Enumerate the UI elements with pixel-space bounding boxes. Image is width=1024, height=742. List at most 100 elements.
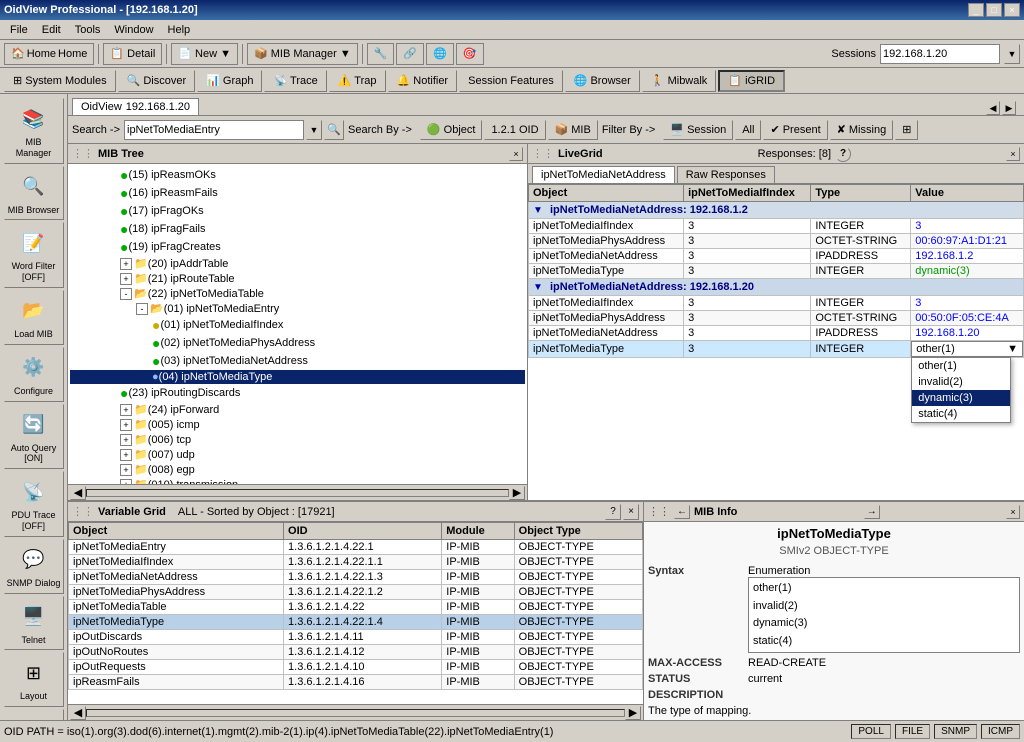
sidebar-configure[interactable]: ⚙️ Configure xyxy=(4,347,64,402)
vgrid-h-scroll[interactable]: ◀ ▶ xyxy=(68,704,643,720)
grid-view-button[interactable]: ⊞ xyxy=(895,120,918,140)
tree-expander[interactable]: + xyxy=(120,449,132,461)
tree-item-selected[interactable]: ● (04) ipNetToMediaType xyxy=(70,370,525,384)
tree-expander[interactable]: + xyxy=(120,258,132,270)
tree-item[interactable]: ● (19) ipFragCreates xyxy=(70,238,525,256)
tool2-button[interactable]: 🔗 xyxy=(396,43,424,65)
scroll-left-button[interactable]: ◀ xyxy=(70,486,86,500)
variable-grid-scroll[interactable]: Object OID Module Object Type ipNetToMed… xyxy=(68,522,643,704)
session-features-button[interactable]: Session Features xyxy=(459,70,563,92)
sidebar-snmp-dialog[interactable]: 💬 SNMP Dialog xyxy=(4,539,64,594)
sidebar-word-filter[interactable]: 📝 Word Filter [OFF] xyxy=(4,222,64,288)
tree-item[interactable]: + 📁 (008) egp xyxy=(70,462,525,477)
sidebar-layout[interactable]: ⊞ Layout xyxy=(4,652,64,707)
table-row[interactable]: ipNetToMediaNetAddress 3 IPADDRESS 192.1… xyxy=(529,249,1024,264)
cell-dropdown[interactable]: other(1) ▼ other(1) invalid(2) dynamic(3… xyxy=(911,341,1024,358)
table-row[interactable]: ipOutNoRoutes 1.3.6.1.2.1.4.12 IP-MIB OB… xyxy=(69,645,643,660)
table-row[interactable]: ipNetToMediaTable 1.3.6.1.2.1.4.22 IP-MI… xyxy=(69,600,643,615)
tree-item[interactable]: ● (02) ipNetToMediaPhysAddress xyxy=(70,334,525,352)
vgrid-scroll-track[interactable] xyxy=(86,709,625,717)
oidview-tab[interactable]: OidView 192.168.1.20 xyxy=(72,98,199,115)
col-object[interactable]: Object xyxy=(529,185,684,202)
tree-item[interactable]: - 📂 (22) ipNetToMediaTable xyxy=(70,286,525,301)
sidebar-telnet[interactable]: 🖥️ Telnet xyxy=(4,596,64,651)
tree-item[interactable]: + 📁 (010) transmission xyxy=(70,477,525,484)
tree-item[interactable]: + 📁 (20) ipAddrTable xyxy=(70,256,525,271)
tree-expander[interactable]: + xyxy=(120,434,132,446)
scroll-right-button[interactable]: ▶ xyxy=(509,486,525,500)
graph-button[interactable]: 📊 Graph xyxy=(197,70,262,92)
vgrid-col-oid[interactable]: OID xyxy=(284,523,442,540)
sessions-dropdown-button[interactable]: ▼ xyxy=(1004,44,1020,64)
table-row[interactable]: ipNetToMediaPhysAddress 3 OCTET-STRING 0… xyxy=(529,234,1024,249)
search-dropdown-button[interactable]: ▼ xyxy=(306,120,322,140)
notifier-button[interactable]: 🔔 Notifier xyxy=(388,70,458,92)
all-filter-button[interactable]: All xyxy=(735,120,761,140)
col-type[interactable]: Type xyxy=(811,185,911,202)
tree-expander[interactable]: + xyxy=(120,464,132,476)
tree-item[interactable]: ● (23) ipRoutingDiscards xyxy=(70,384,525,402)
help-button[interactable]: ? xyxy=(835,146,851,162)
search-input[interactable] xyxy=(124,120,304,140)
menu-edit[interactable]: Edit xyxy=(36,22,67,38)
sidebar-poll-graph[interactable]: 📊 Poll + Graph xyxy=(4,709,64,720)
oid-filter-button[interactable]: 1.2.1 OID xyxy=(484,120,545,140)
menu-window[interactable]: Window xyxy=(108,22,159,38)
menu-help[interactable]: Help xyxy=(162,22,197,38)
detail-button[interactable]: 📋 Detail xyxy=(103,43,162,65)
mib-info-nav-back[interactable]: ← xyxy=(674,505,690,519)
tree-item[interactable]: + 📁 (007) udp xyxy=(70,447,525,462)
sidebar-pdu-trace[interactable]: 📡 PDU Trace [OFF] xyxy=(4,471,64,537)
tool4-button[interactable]: 🎯 xyxy=(456,43,484,65)
search-execute-button[interactable]: 🔍 xyxy=(324,120,344,140)
tree-item[interactable]: ● (17) ipFragOKs xyxy=(70,202,525,220)
vgrid-help-button[interactable]: ? xyxy=(605,504,621,520)
livegrid-grid[interactable]: Object ipNetToMediaIfIndex Type Value xyxy=(528,184,1024,500)
table-row[interactable]: ipReasmFails 1.3.6.1.2.1.4.16 IP-MIB OBJ… xyxy=(69,675,643,690)
vgrid-col-object[interactable]: Object xyxy=(69,523,284,540)
table-row[interactable]: ipOutDiscards 1.3.6.1.2.1.4.11 IP-MIB OB… xyxy=(69,630,643,645)
mib-info-close-button[interactable]: × xyxy=(1006,505,1020,519)
minimize-button[interactable]: _ xyxy=(968,3,984,17)
table-row-selected[interactable]: ipNetToMediaType 1.3.6.1.2.1.4.22.1.4 IP… xyxy=(69,615,643,630)
discover-button[interactable]: 🔍 Discover xyxy=(118,70,196,92)
col-index[interactable]: ipNetToMediaIfIndex xyxy=(684,185,811,202)
sidebar-mib-manager[interactable]: 📚 MIB Manager xyxy=(4,98,64,164)
dropdown-option-other[interactable]: other(1) xyxy=(912,358,1010,374)
present-filter-button[interactable]: ✔ Present xyxy=(763,120,827,140)
table-row[interactable]: ipNetToMediaIfIndex 1.3.6.1.2.1.4.22.1.1… xyxy=(69,555,643,570)
sidebar-auto-query[interactable]: 🔄 Auto Query [ON] xyxy=(4,404,64,470)
tool3-button[interactable]: 🌐 xyxy=(426,43,454,65)
tree-item[interactable]: - 📂 (01) ipNetToMediaEntry xyxy=(70,301,525,316)
missing-filter-button[interactable]: ✘ Missing xyxy=(830,120,894,140)
home-button[interactable]: 🏠 HomeHome xyxy=(4,43,94,65)
browser-button[interactable]: 🌐 Browser xyxy=(565,70,640,92)
tab-prev-button[interactable]: ◀ xyxy=(986,101,1000,115)
dropdown-option-invalid[interactable]: invalid(2) xyxy=(912,374,1010,390)
vgrid-scroll-left-button[interactable]: ◀ xyxy=(70,706,86,720)
tree-item[interactable]: ● (01) ipNetToMediaIfIndex xyxy=(70,316,525,334)
tree-item[interactable]: + 📁 (005) icmp xyxy=(70,417,525,432)
table-row-selected[interactable]: ipNetToMediaType 3 INTEGER other(1) xyxy=(529,341,1024,358)
sessions-input[interactable] xyxy=(880,44,1000,64)
tree-item[interactable]: + 📁 (006) tcp xyxy=(70,432,525,447)
tool1-button[interactable]: 🔧 xyxy=(367,43,395,65)
trace-button[interactable]: 📡 Trace xyxy=(264,70,326,92)
table-row[interactable]: ipNetToMediaIfIndex 3 INTEGER 3 xyxy=(529,296,1024,311)
vgrid-col-type[interactable]: Object Type xyxy=(514,523,642,540)
dropdown-option-static[interactable]: static(4) xyxy=(912,406,1010,422)
tree-expander[interactable]: - xyxy=(136,303,148,315)
session-filter-button[interactable]: 🖥️ Session xyxy=(663,120,733,140)
sidebar-mib-browser[interactable]: 🔍 MIB Browser xyxy=(4,166,64,221)
object-filter-button[interactable]: 🟢 Object xyxy=(420,120,483,140)
livegrid-tab-raw[interactable]: Raw Responses xyxy=(677,166,775,183)
dropdown-current-value[interactable]: other(1) ▼ xyxy=(911,341,1023,357)
mib-tree-scroll[interactable]: ● (15) ipReasmOKs ● (16) ipReasmFails ● … xyxy=(68,164,527,484)
menu-tools[interactable]: Tools xyxy=(69,22,107,38)
tree-item[interactable]: ● (16) ipReasmFails xyxy=(70,184,525,202)
livegrid-tab-main[interactable]: ipNetToMediaNetAddress xyxy=(532,166,675,183)
sidebar-load-mib[interactable]: 📂 Load MIB xyxy=(4,290,64,345)
vgrid-close-button[interactable]: × xyxy=(623,504,639,520)
table-row[interactable]: ipNetToMediaType 3 INTEGER dynamic(3) xyxy=(529,264,1024,279)
tree-item[interactable]: + 📁 (21) ipRouteTable xyxy=(70,271,525,286)
